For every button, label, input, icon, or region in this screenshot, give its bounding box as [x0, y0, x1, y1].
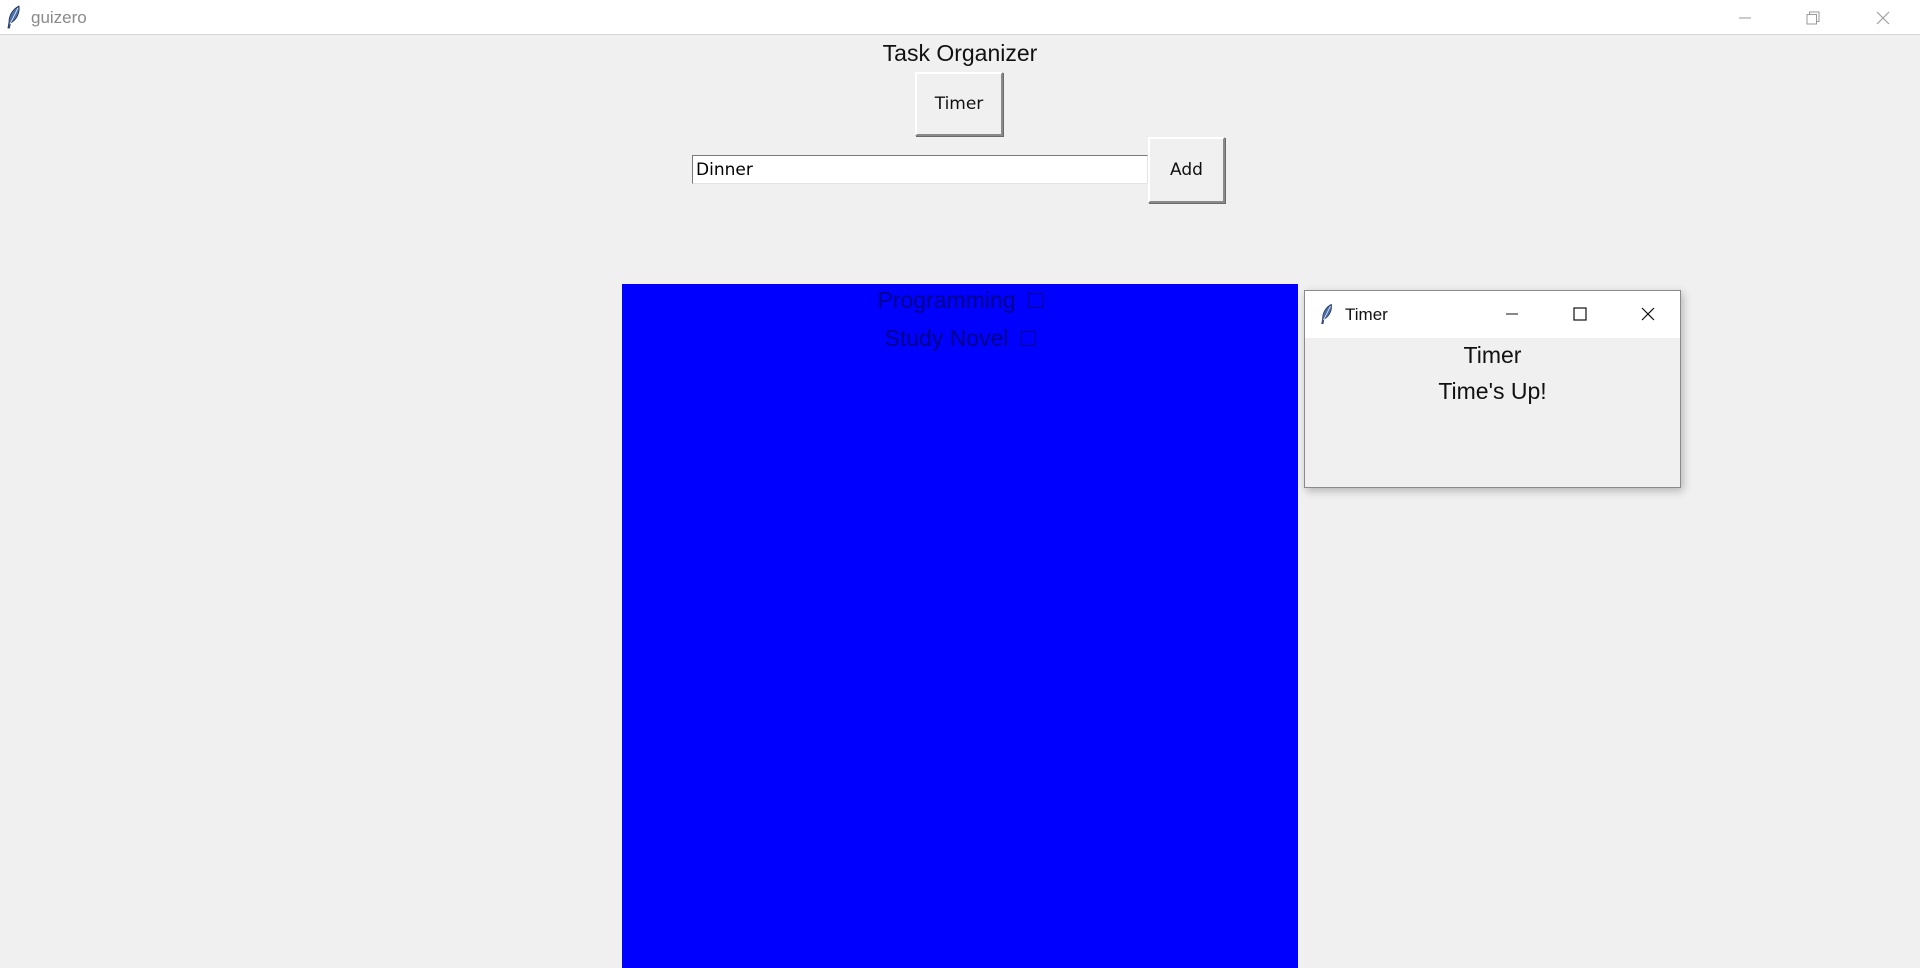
popup-minimize-button[interactable] — [1479, 291, 1545, 336]
add-button[interactable]: Add — [1148, 137, 1225, 203]
restore-button[interactable] — [1778, 0, 1847, 35]
popup-close-button[interactable] — [1615, 291, 1681, 336]
task-list: Programming Study Novel — [622, 284, 1298, 968]
task-input[interactable] — [692, 155, 1148, 184]
task-item[interactable]: Study Novel — [622, 323, 1298, 353]
timer-popup-window[interactable]: Timer Timer Time's Up! — [1304, 290, 1681, 488]
close-icon — [1876, 11, 1889, 24]
popup-message: Time's Up! — [1438, 378, 1547, 404]
close-icon — [1641, 307, 1655, 320]
timer-button[interactable]: Timer — [915, 72, 1003, 136]
task-item[interactable]: Programming — [622, 285, 1298, 315]
main-window-titlebar[interactable]: guizero — [0, 0, 1920, 35]
window-title: guizero — [31, 8, 87, 27]
task-checkbox[interactable] — [1027, 292, 1043, 308]
page-title: Task Organizer — [882, 40, 1038, 66]
close-button[interactable] — [1848, 0, 1917, 35]
restore-icon — [1806, 11, 1819, 24]
task-label: Study Novel — [884, 324, 1009, 351]
popup-titlebar[interactable]: Timer — [1305, 291, 1680, 338]
maximize-icon — [1573, 306, 1587, 321]
minimize-icon — [1738, 17, 1751, 18]
feather-icon — [7, 5, 20, 29]
minimize-button[interactable] — [1710, 0, 1779, 35]
popup-title: Timer — [1345, 305, 1388, 324]
minimize-icon — [1506, 313, 1518, 314]
task-label: Programming — [877, 286, 1016, 313]
feather-icon — [1321, 303, 1332, 324]
popup-heading: Timer — [1463, 342, 1522, 368]
popup-maximize-button[interactable] — [1547, 291, 1613, 336]
task-checkbox[interactable] — [1020, 330, 1036, 346]
